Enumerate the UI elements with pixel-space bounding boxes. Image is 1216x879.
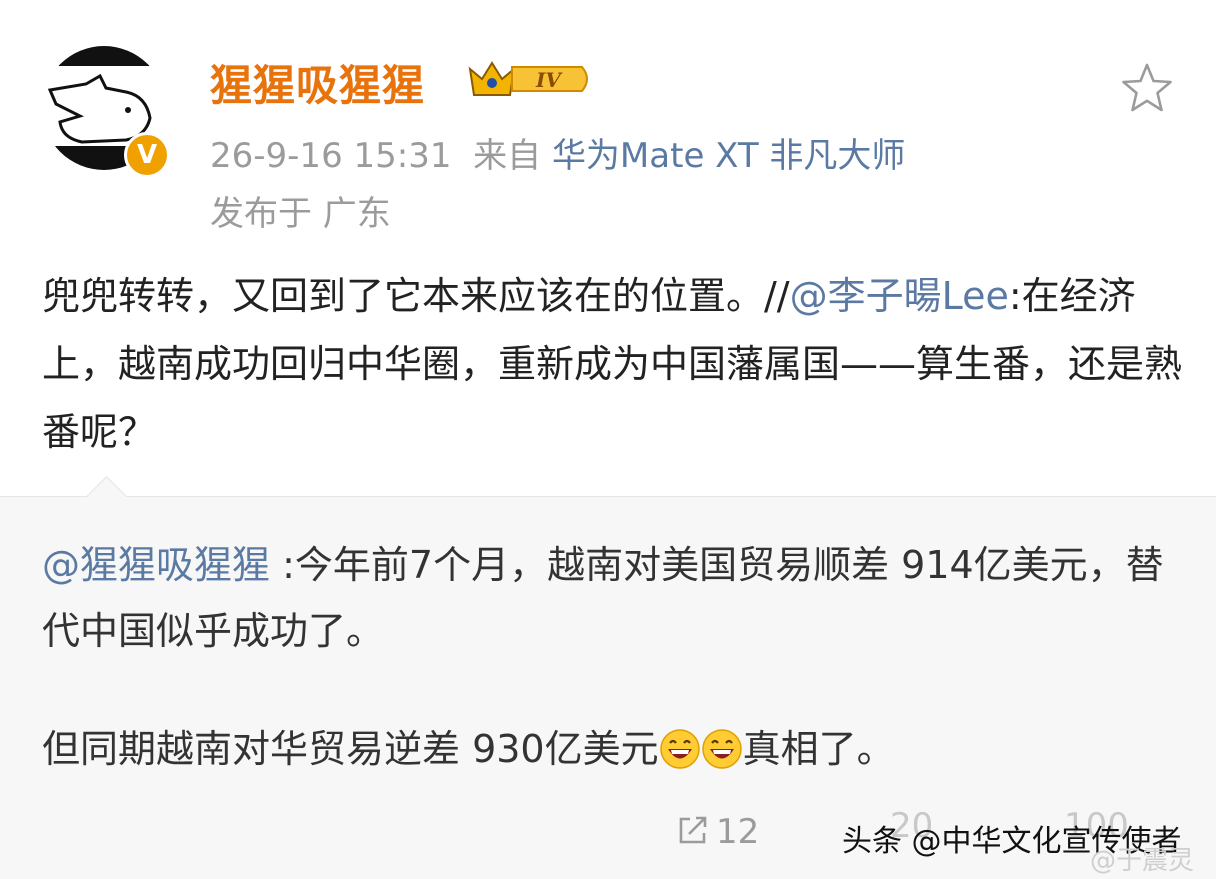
post-body: 兜兜转转，又回到了它本来应该在的位置。//@李子暘Lee:在经济上，越南成功回归… [42,262,1182,466]
repost-icon [679,816,707,844]
user-level-text: IV [535,68,563,92]
quoted-line2-before: 但同期越南对华贸易逆差 930亿美元 [42,727,659,771]
post-location: 发布于 广东 [210,194,391,234]
quoted-post-text: @猩猩吸猩猩 :今年前7个月，越南对美国贸易顺差 914亿美元，替代中国似乎成功… [42,532,1182,664]
repost-count: 12 [716,812,760,852]
faint-watermark: @于震灵 [1090,846,1195,876]
post-source-device[interactable]: 华为Mate XT 非凡大师 [552,136,906,176]
quoted-mention-link[interactable]: @猩猩吸猩猩 [42,543,282,587]
quoted-post-text-2: 但同期越南对华贸易逆差 930亿美元 真相了。 [42,716,1182,782]
repost-button[interactable]: 12 [676,812,759,852]
post-source-prefix: 来自 [473,136,542,176]
post-meta: 26-9-16 15:31 来自 华为Mate XT 非凡大师 [210,128,905,177]
favorite-star-icon[interactable] [1120,62,1174,118]
post-text-main: 兜兜转转，又回到了它本来应该在的位置。// [42,274,790,318]
username[interactable]: 猩猩吸猩猩 [210,52,425,113]
verified-badge: V [124,132,170,178]
quoted-line2-after: 真相了。 [742,727,895,771]
post-timestamp: 26-9-16 15:31 [210,136,452,176]
post-mention-link[interactable]: @李子暘Lee [790,274,1009,318]
grinning-face-icon [701,724,743,769]
user-level-badge: IV [466,55,594,107]
grinning-face-icon [659,724,701,769]
